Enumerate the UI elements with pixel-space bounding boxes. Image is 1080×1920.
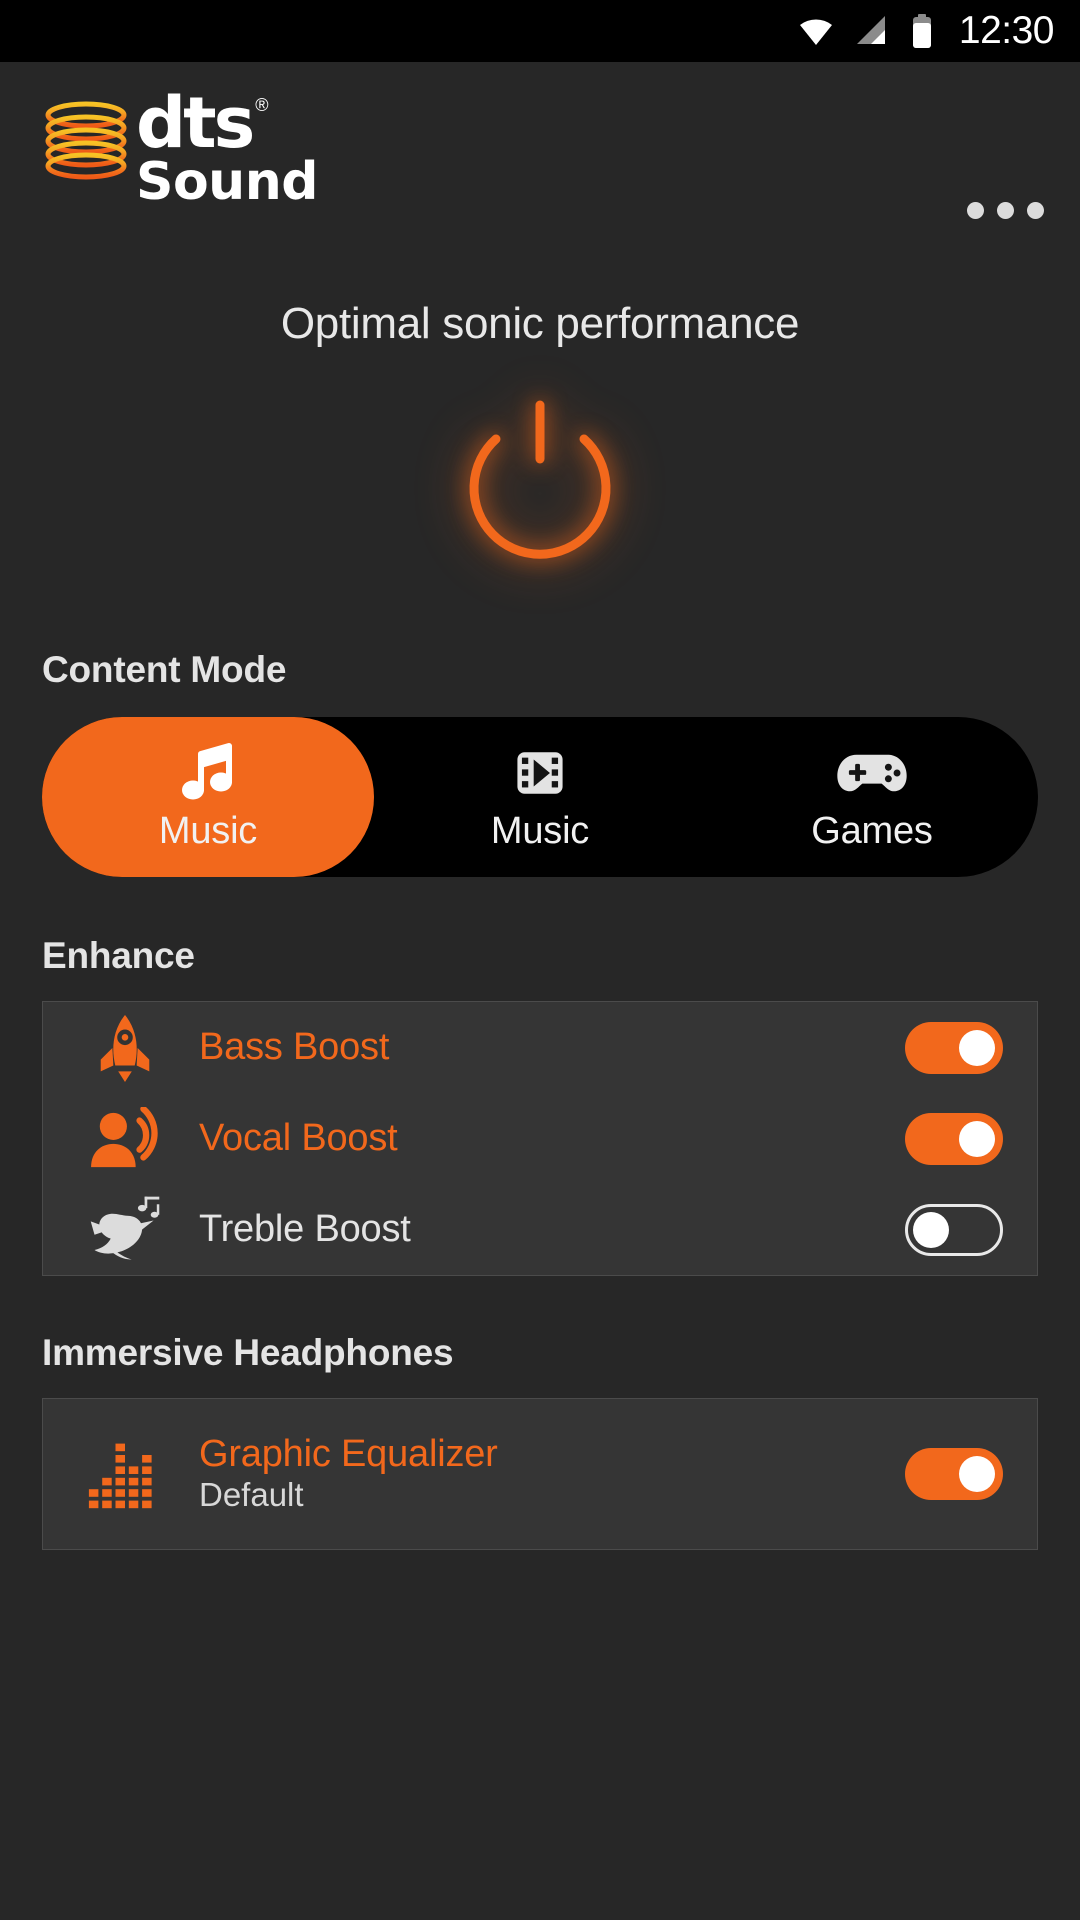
gamepad-icon [835, 742, 909, 804]
person-voice-icon [83, 1106, 167, 1171]
brand-wordmark: dts ® Sound [136, 82, 318, 212]
content-mode-section: Content Mode Music Music Games [0, 649, 1080, 877]
status-bar-icons [797, 14, 933, 48]
toggle-knob [959, 1456, 995, 1492]
tab-music-audio[interactable]: Music [42, 717, 374, 877]
immersive-title: Immersive Headphones [42, 1332, 454, 1373]
battery-icon [911, 14, 933, 48]
registered-mark: ® [255, 95, 269, 115]
brand-dts-text: dts [136, 82, 255, 164]
brand-sound-text: Sound [136, 151, 318, 212]
tab-video[interactable]: Music [374, 717, 706, 877]
enhance-row-text: Treble Boost [167, 1207, 905, 1251]
app-screen: 12:30 dts ® Sound Optimal sonic performa… [0, 0, 1080, 1920]
enhance-row-bass-boost[interactable]: Bass Boost [43, 1002, 1037, 1093]
treble-boost-toggle[interactable] [905, 1203, 1003, 1256]
enhance-section: Enhance Bass Boost Vocal Boost Treble Bo… [0, 935, 1080, 1276]
songbird-icon [83, 1196, 167, 1264]
enhance-row-vocal-boost[interactable]: Vocal Boost [43, 1093, 1037, 1184]
cell-signal-icon [855, 16, 891, 46]
enhance-row-label: Vocal Boost [199, 1116, 398, 1159]
immersive-headphones-section: Immersive Headphones Graphic Equalizer D… [0, 1332, 1080, 1550]
overflow-dot-icon [997, 202, 1014, 219]
enhance-title: Enhance [42, 935, 195, 976]
immersive-row-text: Graphic Equalizer Default [167, 1432, 905, 1515]
rocket-icon [83, 1011, 167, 1085]
enhance-row-label: Bass Boost [199, 1025, 390, 1068]
content-mode-tabbar: Music Music Games [42, 717, 1038, 877]
enhance-row-treble-boost[interactable]: Treble Boost [43, 1184, 1037, 1275]
overflow-menu-button[interactable] [967, 202, 1044, 219]
immersive-row-label: Graphic Equalizer [199, 1432, 498, 1475]
status-bar-clock: 12:30 [958, 9, 1055, 52]
music-note-icon [177, 742, 239, 804]
enhance-row-text: Vocal Boost [167, 1116, 905, 1160]
dts-coil-icon [40, 100, 132, 180]
enhance-row-text: Bass Boost [167, 1025, 905, 1069]
toggle-knob [913, 1211, 949, 1248]
dts-sound-logo: dts ® Sound [40, 82, 1040, 212]
immersive-card: Graphic Equalizer Default [42, 1398, 1038, 1550]
status-text: Optimal sonic performance [280, 299, 800, 348]
vocal-boost-toggle[interactable] [905, 1112, 1003, 1165]
enhance-row-label: Treble Boost [199, 1207, 411, 1250]
tab-label: Games [811, 809, 933, 852]
power-button-area [0, 387, 1080, 587]
wifi-icon [797, 16, 835, 46]
immersive-row-subtitle: Default [199, 1476, 304, 1514]
power-toggle-button[interactable] [440, 387, 640, 587]
graphic-equalizer-toggle[interactable] [905, 1448, 1003, 1500]
tab-label: Music [158, 809, 258, 852]
hero-section: Optimal sonic performance [0, 299, 1080, 587]
toggle-knob [959, 1120, 995, 1157]
app-header: dts ® Sound [0, 62, 1080, 237]
tab-label: Music [490, 809, 590, 852]
overflow-dot-icon [1027, 202, 1044, 219]
immersive-row-graphic-equalizer[interactable]: Graphic Equalizer Default [43, 1399, 1037, 1549]
bass-boost-toggle[interactable] [905, 1021, 1003, 1074]
equalizer-icon [83, 1436, 167, 1512]
film-play-icon [512, 742, 568, 804]
content-mode-title: Content Mode [42, 649, 287, 690]
overflow-dot-icon [967, 202, 984, 219]
toggle-knob [959, 1029, 995, 1066]
status-bar: 12:30 [0, 0, 1080, 62]
enhance-card: Bass Boost Vocal Boost Treble Boost [42, 1001, 1038, 1276]
tab-games[interactable]: Games [706, 717, 1038, 877]
